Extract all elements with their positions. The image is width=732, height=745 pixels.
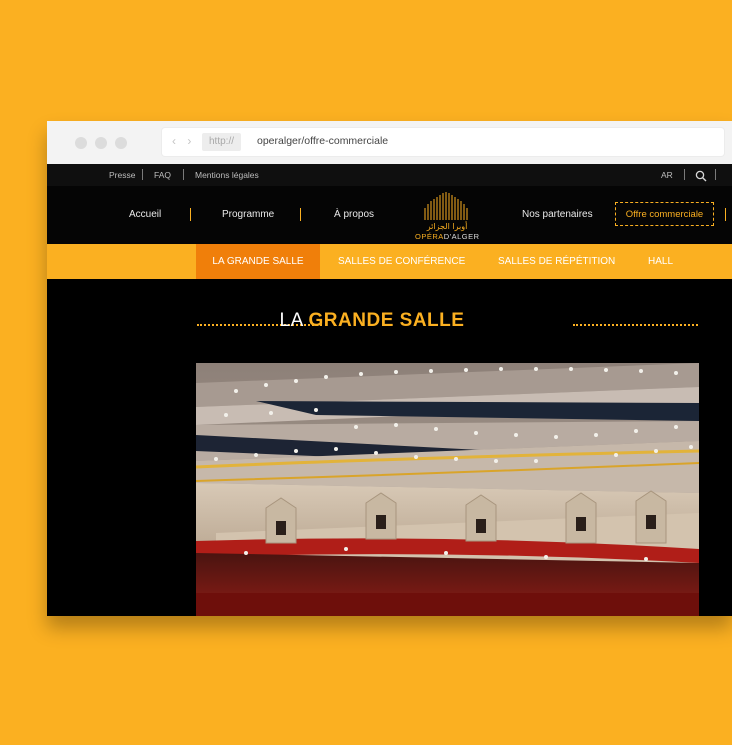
tab-salles-conference[interactable]: SALLES DE CONFÉRENCE xyxy=(338,244,465,279)
title-accent: GRANDE SALLE xyxy=(308,310,465,331)
divider xyxy=(142,169,143,180)
logo-wordmark: OPÉRAD'ALGER xyxy=(415,232,479,241)
browser-chrome: ‹ › http:// operalger/offre-commerciale xyxy=(47,121,732,164)
browser-window: ‹ › http:// operalger/offre-commerciale … xyxy=(47,121,732,616)
address-bar[interactable]: ‹ › http:// operalger/offre-commerciale xyxy=(162,128,724,156)
organ-pipes-icon xyxy=(424,192,468,220)
logo-arabic-text: أوبرا الجزائر xyxy=(426,222,468,231)
nav-divider xyxy=(725,208,726,221)
window-close-dot[interactable] xyxy=(75,137,87,149)
protocol-label: http:// xyxy=(202,133,242,151)
auditorium-photo xyxy=(196,363,699,616)
nav-item-partenaires[interactable]: Nos partenaires xyxy=(522,209,593,220)
back-forward-icon[interactable]: ‹ › xyxy=(172,134,195,148)
utility-link-presse[interactable]: Presse xyxy=(109,170,135,180)
utility-bar: Presse FAQ Mentions légales AR xyxy=(47,164,732,186)
nav-item-a-propos[interactable]: À propos xyxy=(334,209,374,220)
opera-dalger-logo[interactable]: أوبرا الجزائر OPÉRAD'ALGER xyxy=(415,192,479,241)
tab-salles-repetition[interactable]: SALLES DE RÉPÉTITION xyxy=(498,244,615,279)
title-ornament-right xyxy=(573,324,698,326)
page-title: LA GRANDE SALLE xyxy=(197,310,547,332)
divider xyxy=(183,169,184,180)
nav-divider xyxy=(300,208,301,221)
offre-commerciale-button[interactable]: Offre commerciale xyxy=(615,202,714,226)
nav-divider xyxy=(190,208,191,221)
tab-grande-salle[interactable]: LA GRANDE SALLE xyxy=(196,244,320,279)
window-minimize-dot[interactable] xyxy=(95,137,107,149)
logo-alger: D'ALGER xyxy=(443,232,480,241)
main-navigation: Accueil Programme À propos أوبرا الجزائر… xyxy=(47,186,732,244)
title-prefix: LA xyxy=(279,310,303,331)
utility-link-faq[interactable]: FAQ xyxy=(154,170,171,180)
search-icon[interactable] xyxy=(695,169,707,182)
divider xyxy=(715,169,716,180)
url-text[interactable]: operalger/offre-commerciale xyxy=(257,135,388,147)
divider xyxy=(684,169,685,180)
concert-hall-image xyxy=(196,363,699,616)
window-maximize-dot[interactable] xyxy=(115,137,127,149)
nav-item-accueil[interactable]: Accueil xyxy=(129,209,161,220)
sub-navigation: LA GRANDE SALLE SALLES DE CONFÉRENCE SAL… xyxy=(47,244,732,279)
utility-link-mentions[interactable]: Mentions légales xyxy=(195,170,259,180)
logo-opera: OPÉRA xyxy=(415,232,444,241)
main-content: LA GRANDE SALLE xyxy=(47,279,732,616)
tab-hall[interactable]: HALL xyxy=(648,244,673,279)
nav-item-programme[interactable]: Programme xyxy=(222,209,274,220)
language-switch-ar[interactable]: AR xyxy=(661,170,673,180)
